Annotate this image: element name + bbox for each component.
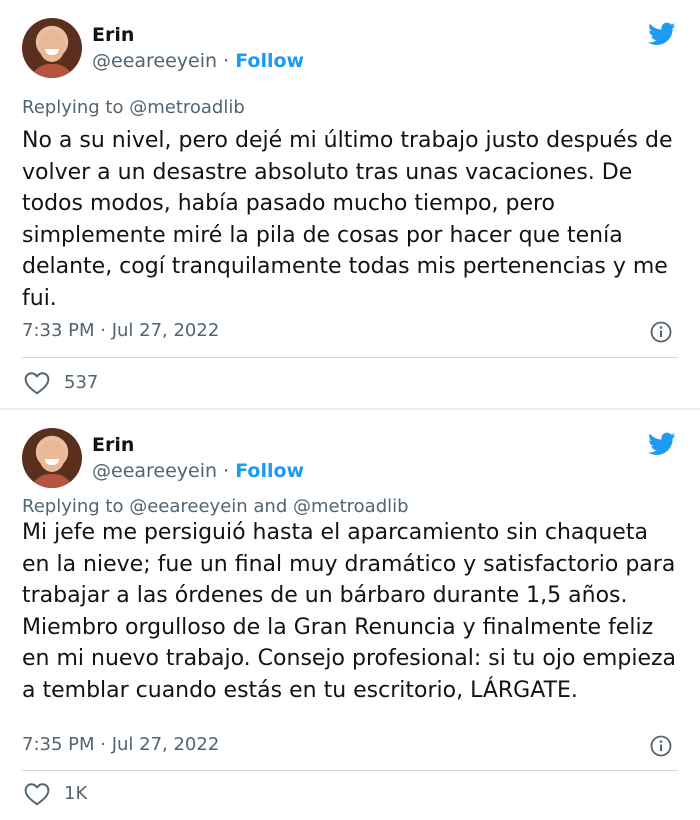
replying-to: Replying to @metroadlib bbox=[22, 97, 245, 118]
reply-mention[interactable]: @metroadlib bbox=[123, 97, 245, 118]
reply-mention[interactable]: @eeareeyein and @metroadlib bbox=[123, 496, 408, 517]
separator-dot: · bbox=[217, 50, 236, 72]
divider bbox=[22, 357, 678, 358]
avatar[interactable] bbox=[22, 428, 82, 488]
author-handle[interactable]: @eeareeyein bbox=[92, 50, 217, 72]
tweet-card: Erin @eeareeyein · Follow Replying to @e… bbox=[0, 410, 700, 820]
author-name[interactable]: Erin bbox=[92, 24, 134, 46]
separator-dot: · bbox=[217, 460, 236, 482]
twitter-bird-icon[interactable] bbox=[646, 430, 678, 458]
heart-icon[interactable] bbox=[24, 782, 50, 806]
replying-to-label: Replying to bbox=[22, 97, 124, 118]
replying-to: Replying to @eeareeyein and @metroadlib bbox=[22, 496, 409, 517]
like-count: 537 bbox=[64, 372, 99, 393]
tweet-text: No a su nivel, pero dejé mi último traba… bbox=[22, 128, 673, 311]
author-handle-line: @eeareeyein · Follow bbox=[92, 460, 304, 482]
author-name[interactable]: Erin bbox=[92, 434, 134, 456]
tweet-timestamp[interactable]: 7:35 PM · Jul 27, 2022 bbox=[22, 734, 219, 755]
replying-to-label: Replying to bbox=[22, 496, 124, 517]
like-count: 1K bbox=[64, 783, 88, 804]
avatar[interactable] bbox=[22, 18, 82, 78]
twitter-bird-icon[interactable] bbox=[646, 20, 678, 48]
divider bbox=[22, 770, 678, 771]
author-handle[interactable]: @eeareeyein bbox=[92, 460, 217, 482]
follow-button[interactable]: Follow bbox=[235, 50, 304, 72]
tweet-text: Mi jefe me persiguió hasta el aparcamien… bbox=[22, 520, 677, 703]
author-handle-line: @eeareeyein · Follow bbox=[92, 50, 304, 72]
tweet-timestamp[interactable]: 7:33 PM · Jul 27, 2022 bbox=[22, 320, 219, 341]
heart-icon[interactable] bbox=[24, 371, 50, 395]
info-icon[interactable] bbox=[650, 735, 672, 757]
tweet-card: Erin @eeareeyein · Follow Replying to @m… bbox=[0, 0, 700, 408]
follow-button[interactable]: Follow bbox=[235, 460, 304, 482]
info-icon[interactable] bbox=[650, 321, 672, 343]
